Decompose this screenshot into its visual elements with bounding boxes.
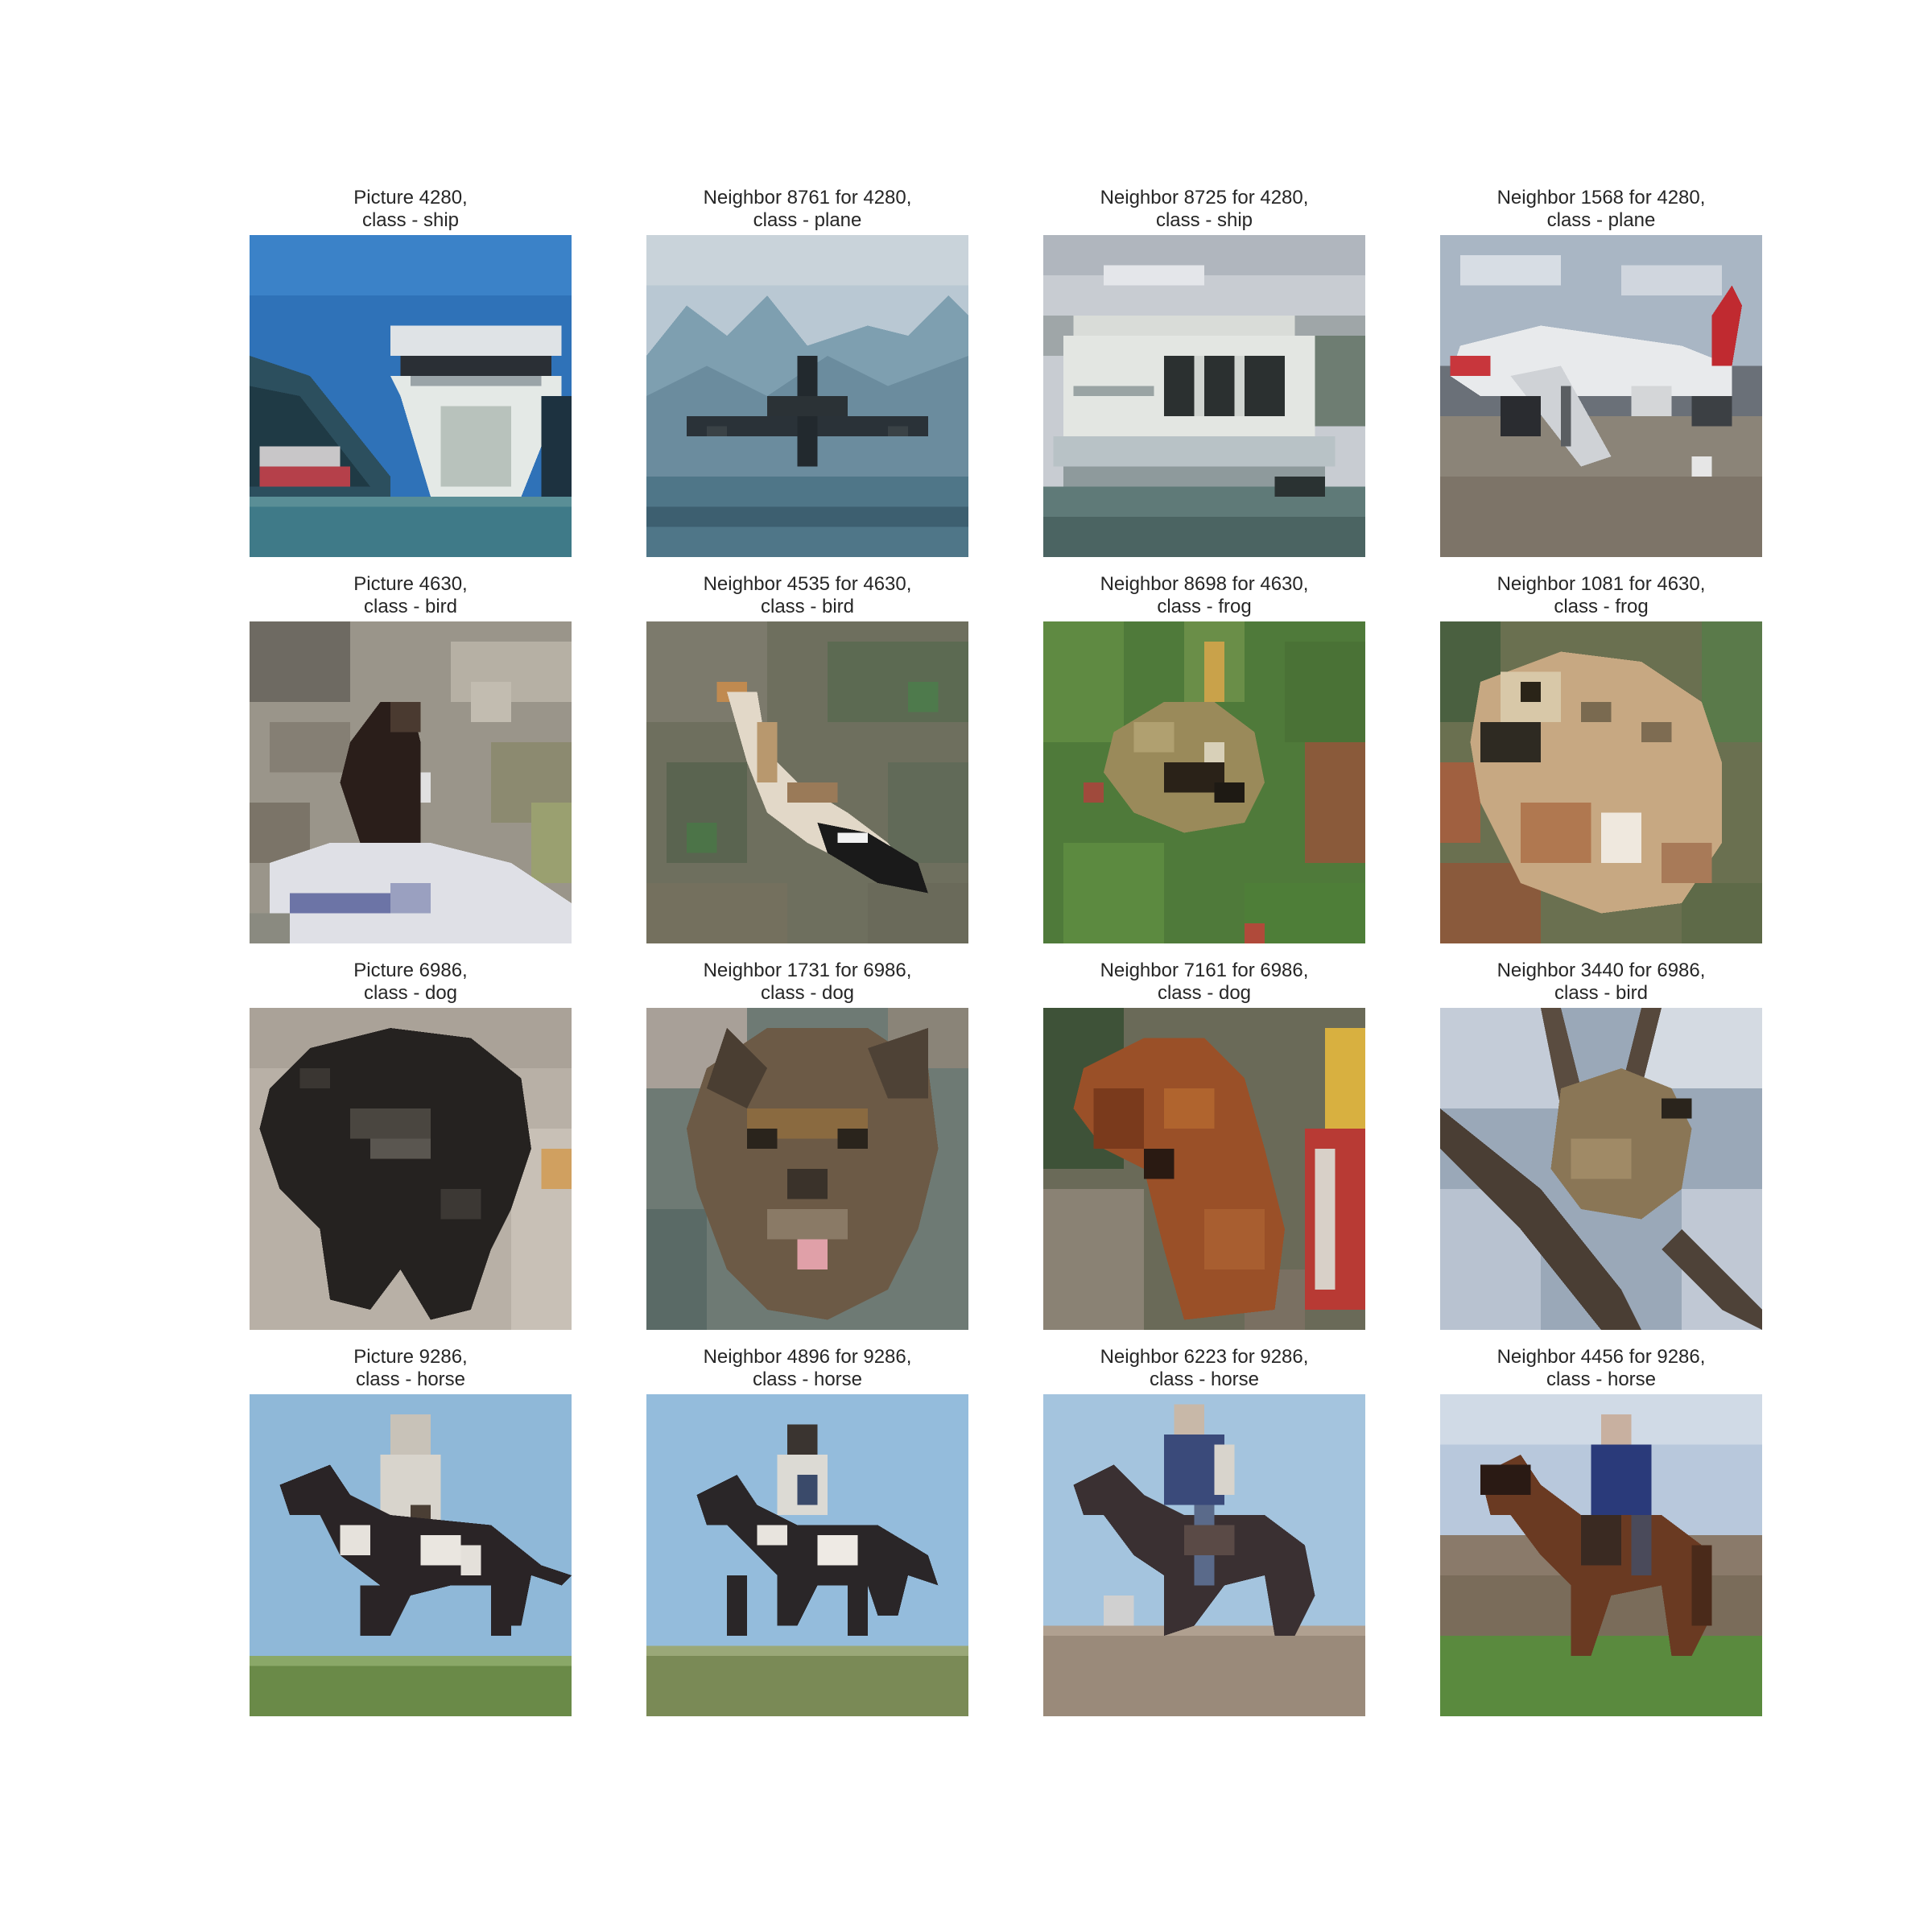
panel-title: Neighbor 6223 for 9286, class - horse <box>1100 1346 1309 1390</box>
dog-face-image <box>646 1008 968 1330</box>
frog-grass-image <box>1043 621 1365 943</box>
frog-closeup-image <box>1440 621 1762 943</box>
panel-title: Neighbor 8698 for 4630, class - frog <box>1100 573 1309 617</box>
plane-parked-image <box>1440 235 1762 557</box>
panel-title: Neighbor 1081 for 4630, class - frog <box>1496 573 1706 617</box>
dog-black-image <box>250 1008 572 1330</box>
panel-title: Neighbor 8725 for 4280, class - ship <box>1100 187 1309 231</box>
horse-rider-image <box>646 1394 968 1716</box>
bird-branch-image <box>1440 1008 1762 1330</box>
panel-title: Neighbor 7161 for 6986, class - dog <box>1100 960 1309 1004</box>
panel-title: Picture 4280, class - ship <box>353 187 468 231</box>
panel-title: Neighbor 4896 for 9286, class - horse <box>703 1346 912 1390</box>
dog-brown-image <box>1043 1008 1365 1330</box>
panel-title: Neighbor 1731 for 6986, class - dog <box>703 960 912 1004</box>
bird-ground-image <box>646 621 968 943</box>
horse-rider-brown-image <box>1440 1394 1762 1716</box>
panel-title: Picture 4630, class - bird <box>353 573 468 617</box>
figure: { "panels": [ {"line1": "Picture 4280,",… <box>0 0 1932 1932</box>
horse-rider-image <box>250 1394 572 1716</box>
bird-perched-image <box>250 621 572 943</box>
plane-image <box>646 235 968 557</box>
panel-title: Neighbor 3440 for 6986, class - bird <box>1496 960 1706 1004</box>
panel-title: Picture 9286, class - horse <box>353 1346 468 1390</box>
ship-image <box>250 235 572 557</box>
panel-title: Neighbor 8761 for 4280, class - plane <box>703 187 912 231</box>
panel-title: Neighbor 4535 for 4630, class - bird <box>703 573 912 617</box>
panel-title: Picture 6986, class - dog <box>353 960 468 1004</box>
ferry-image <box>1043 235 1365 557</box>
panel-title: Neighbor 1568 for 4280, class - plane <box>1496 187 1706 231</box>
horse-rider-dark-image <box>1043 1394 1365 1716</box>
panel-title: Neighbor 4456 for 9286, class - horse <box>1496 1346 1706 1390</box>
